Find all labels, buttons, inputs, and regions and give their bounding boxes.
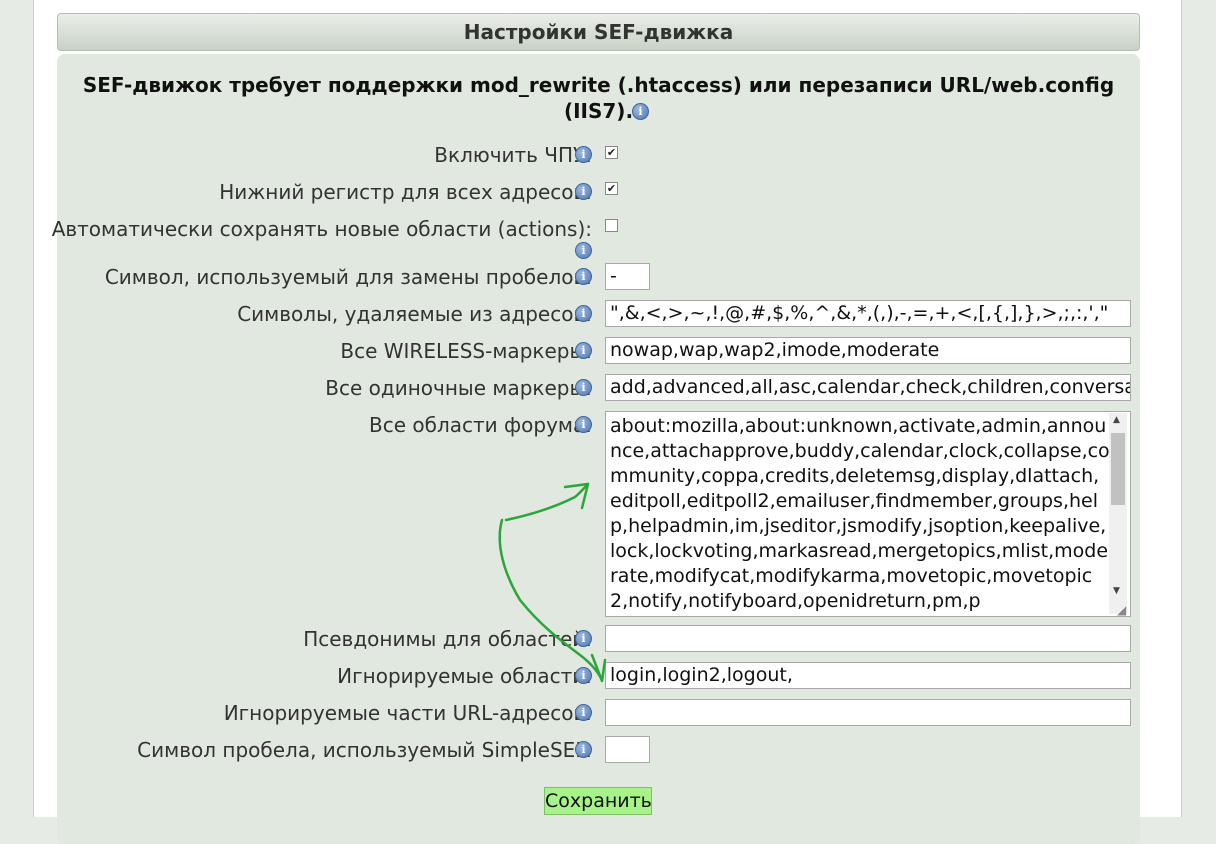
info-icon[interactable]: i <box>575 305 592 322</box>
info-icon[interactable]: i <box>575 268 592 285</box>
info-icon[interactable]: i <box>575 342 592 359</box>
scroll-down-icon[interactable]: ▼ <box>1113 586 1120 596</box>
scroll-up-icon[interactable]: ▲ <box>1113 415 1120 425</box>
wireless-markers-input[interactable]: nowap,wap,wap2,imode,moderate <box>605 337 1131 364</box>
strip-chars-label: Символы, удаляемые из адресов: <box>237 302 592 326</box>
info-icon[interactable]: i <box>632 103 649 120</box>
action-aliases-label: Псевдонимы для областей: <box>303 627 592 651</box>
save-button[interactable]: Сохранить <box>544 787 652 815</box>
single-markers-input[interactable]: add,advanced,all,asc,calendar,check,chil… <box>605 374 1131 401</box>
info-icon[interactable]: i <box>575 242 592 259</box>
enable-sef-label: Включить ЧПУ: <box>434 143 592 167</box>
ignored-url-parts-label: Игнорируемые части URL-адресов: <box>223 701 592 725</box>
info-icon[interactable]: i <box>575 667 592 684</box>
single-markers-label: Все одиночные маркеры: <box>325 376 592 400</box>
scroll-thumb[interactable] <box>1111 433 1125 505</box>
lowercase-label: Нижний регистр для всех адресов: <box>219 180 592 204</box>
simplesef-space-input[interactable] <box>605 736 650 763</box>
info-icon[interactable]: i <box>575 416 592 433</box>
simplesef-space-label: Символ пробела, используемый SimpleSEF: <box>137 738 592 762</box>
wireless-markers-label: Все WIRELESS-маркеры: <box>340 339 592 363</box>
space-char-label: Символ, используемый для замены пробелов… <box>104 265 592 289</box>
info-icon[interactable]: i <box>575 183 592 200</box>
autosave-actions-label: Автоматически сохранять новые области (a… <box>51 217 592 241</box>
info-icon[interactable]: i <box>575 146 592 163</box>
forum-actions-textarea[interactable]: about:mozilla,about:unknown,activate,adm… <box>605 411 1131 617</box>
autosave-actions-checkbox[interactable] <box>605 219 618 232</box>
action-aliases-input[interactable] <box>605 625 1131 652</box>
ignored-actions-label: Игнорируемые области: <box>337 664 592 688</box>
forum-actions-label: Все области форума: <box>369 413 592 437</box>
resize-handle-icon[interactable]: ◢ <box>1117 603 1126 617</box>
requirements-notice: SEF-движок требует поддержки mod_rewrite… <box>57 72 1140 124</box>
lowercase-checkbox[interactable]: ✔ <box>605 182 618 195</box>
ignored-url-parts-input[interactable] <box>605 699 1131 726</box>
textarea-scrollbar[interactable]: ▲ ▼ <box>1109 413 1127 614</box>
space-char-input[interactable]: - <box>605 263 650 290</box>
info-icon[interactable]: i <box>575 704 592 721</box>
ignored-actions-input[interactable]: login,login2,logout, <box>605 662 1131 689</box>
info-icon[interactable]: i <box>575 630 592 647</box>
page-title: Настройки SEF-движка <box>57 13 1140 51</box>
strip-chars-input[interactable]: ",&,<,>,~,!,@,#,$,%,^,&,*,(,),-,=,+,<,[,… <box>605 300 1131 327</box>
info-icon[interactable]: i <box>575 741 592 758</box>
notice-text: SEF-движок требует поддержки mod_rewrite… <box>82 73 1115 123</box>
info-icon[interactable]: i <box>575 379 592 396</box>
enable-sef-checkbox[interactable]: ✔ <box>605 146 618 159</box>
